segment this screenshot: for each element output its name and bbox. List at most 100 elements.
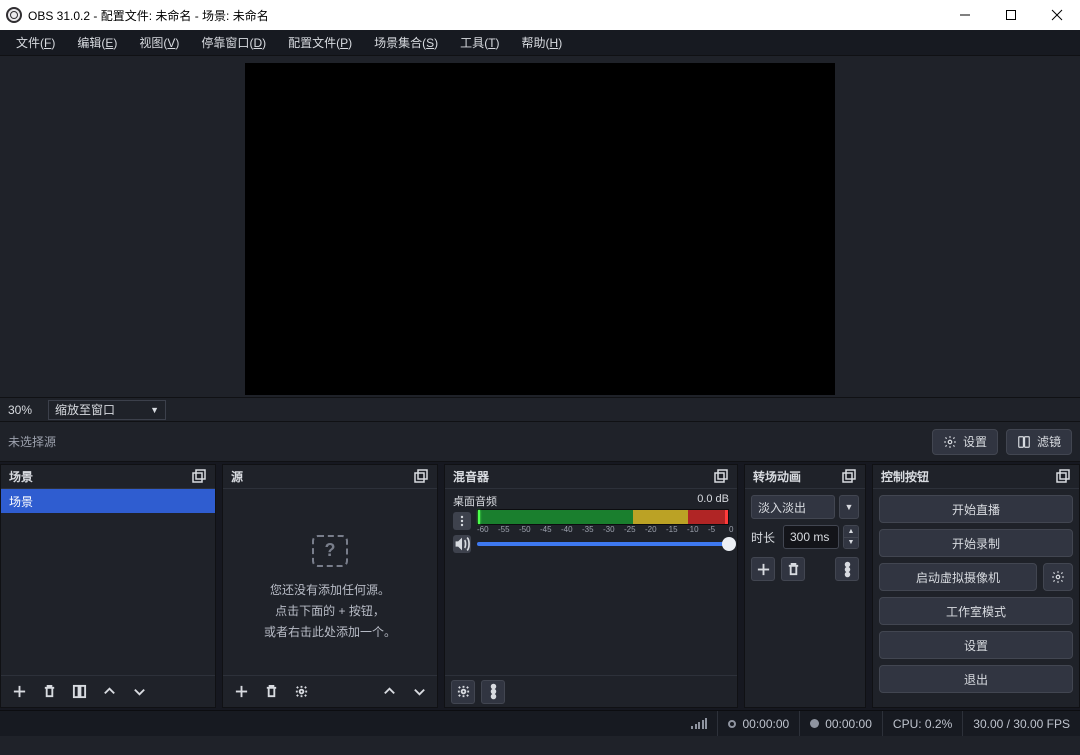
chevron-down-icon: ▼ [845, 502, 854, 512]
sources-empty-line3: 或者右击此处添加一个。 [264, 623, 396, 640]
transition-select[interactable]: 淡入淡出 [751, 495, 835, 519]
gear-icon [294, 684, 309, 699]
transition-dropdown-button[interactable]: ▼ [839, 495, 859, 519]
start-streaming-button[interactable]: 开始直播 [879, 495, 1073, 523]
menu-dock[interactable]: 停靠窗口(D) [191, 31, 276, 54]
chevron-down-icon[interactable]: ▼ [844, 538, 858, 549]
scene-move-up-button[interactable] [97, 680, 121, 704]
studio-mode-button[interactable]: 工作室模式 [879, 597, 1073, 625]
preview-area[interactable] [0, 56, 1080, 398]
virtual-camera-settings-button[interactable] [1043, 563, 1073, 591]
scene-filter-button[interactable] [67, 680, 91, 704]
menubar: 文件(F) 编辑(E) 视图(V) 停靠窗口(D) 配置文件(P) 场景集合(S… [0, 30, 1080, 56]
plus-icon [756, 562, 771, 577]
settings-button[interactable]: 设置 [879, 631, 1073, 659]
transition-duration-spinner[interactable]: ▲▼ [843, 525, 859, 549]
menu-tools[interactable]: 工具(T) [450, 31, 509, 54]
mixer-channel: 桌面音频 0.0 dB -60-55-50-45-40-35-30-25-20-… [445, 489, 737, 555]
window-close-button[interactable] [1034, 0, 1080, 30]
transition-duration-label: 时长 [751, 529, 779, 546]
sources-empty-state[interactable]: ? 您还没有添加任何源。 点击下面的 + 按钮， 或者右击此处添加一个。 [223, 489, 437, 675]
scene-remove-button[interactable] [37, 680, 61, 704]
chevron-down-icon: ▼ [150, 405, 159, 415]
gear-icon [1051, 570, 1065, 584]
transitions-title: 转场动画 [753, 468, 841, 485]
mixer-mute-button[interactable] [453, 535, 471, 553]
window-minimize-button[interactable] [942, 0, 988, 30]
source-add-button[interactable] [229, 680, 253, 704]
gear-icon [943, 435, 957, 449]
window-maximize-button[interactable] [988, 0, 1034, 30]
chevron-down-icon [412, 684, 427, 699]
status-network[interactable] [681, 711, 717, 736]
chevron-down-icon [132, 684, 147, 699]
scene-item[interactable]: 场景 [1, 489, 215, 513]
dots-vertical-icon [486, 684, 501, 699]
transition-menu-button[interactable] [835, 557, 859, 581]
mixer-dock: 混音器 桌面音频 0.0 dB [444, 464, 738, 708]
sources-empty-line2: 点击下面的 + 按钮， [275, 602, 385, 619]
source-context-toolbar: 未选择源 设置 滤镜 [0, 422, 1080, 462]
controls-dock: 控制按钮 开始直播 开始录制 启动虚拟摄像机 工作室模式 设置 退出 [872, 464, 1080, 708]
dots-vertical-icon [840, 562, 855, 577]
mixer-popout-button[interactable] [713, 469, 729, 485]
source-remove-button[interactable] [259, 680, 283, 704]
trash-icon [264, 684, 279, 699]
no-source-label: 未选择源 [8, 433, 224, 450]
preview-canvas[interactable] [245, 63, 835, 395]
mixer-channel-options-button[interactable] [453, 512, 471, 530]
start-virtual-camera-button[interactable]: 启动虚拟摄像机 [879, 563, 1037, 591]
sources-placeholder-icon: ? [312, 535, 348, 567]
source-settings-button[interactable]: 设置 [932, 429, 998, 455]
scenes-dock: 场景 场景 [0, 464, 216, 708]
source-filters-button[interactable]: 滤镜 [1006, 429, 1072, 455]
chevron-up-icon [102, 684, 117, 699]
dots-vertical-icon [456, 515, 468, 527]
transitions-popout-button[interactable] [841, 469, 857, 485]
scene-move-down-button[interactable] [127, 680, 151, 704]
sources-empty-line1: 您还没有添加任何源。 [270, 581, 390, 598]
menu-edit[interactable]: 编辑(E) [67, 31, 127, 54]
transition-duration-input[interactable]: 300 ms [783, 525, 839, 549]
source-properties-button[interactable] [289, 680, 313, 704]
speaker-icon [453, 535, 471, 553]
source-move-down-button[interactable] [407, 680, 431, 704]
mixer-settings-button[interactable] [451, 680, 475, 704]
trash-icon [42, 684, 57, 699]
menu-scene-collection[interactable]: 场景集合(S) [364, 31, 448, 54]
filters-icon [1017, 435, 1031, 449]
zoom-mode-select[interactable]: 缩放至窗口 ▼ [48, 400, 166, 420]
transition-remove-button[interactable] [781, 557, 805, 581]
start-recording-button[interactable]: 开始录制 [879, 529, 1073, 557]
scenes-popout-button[interactable] [191, 469, 207, 485]
menu-profile[interactable]: 配置文件(P) [278, 31, 362, 54]
scene-list[interactable]: 场景 [1, 489, 215, 675]
menu-view[interactable]: 视图(V) [129, 31, 189, 54]
volume-thumb[interactable] [722, 537, 736, 551]
status-cpu: CPU: 0.2% [882, 711, 962, 736]
scenes-title: 场景 [9, 468, 191, 485]
exit-button[interactable]: 退出 [879, 665, 1073, 693]
chevron-up-icon[interactable]: ▲ [844, 526, 858, 538]
source-move-up-button[interactable] [377, 680, 401, 704]
sources-dock: 源 ? 您还没有添加任何源。 点击下面的 + 按钮， 或者右击此处添加一个。 [222, 464, 438, 708]
zoom-mode-value: 缩放至窗口 [55, 401, 115, 418]
plus-icon [234, 684, 249, 699]
mixer-menu-button[interactable] [481, 680, 505, 704]
trash-icon [786, 562, 801, 577]
plus-icon [12, 684, 27, 699]
controls-popout-button[interactable] [1055, 469, 1071, 485]
status-bar: 00:00:00 00:00:00 CPU: 0.2% 30.00 / 30.0… [0, 710, 1080, 736]
menu-help[interactable]: 帮助(H) [512, 31, 573, 54]
status-fps: 30.00 / 30.00 FPS [962, 711, 1080, 736]
zoom-bar: 30% 缩放至窗口 ▼ [0, 398, 1080, 422]
menu-file[interactable]: 文件(F) [6, 31, 65, 54]
sources-title: 源 [231, 468, 413, 485]
scene-add-button[interactable] [7, 680, 31, 704]
volume-slider[interactable] [477, 542, 729, 546]
sources-popout-button[interactable] [413, 469, 429, 485]
status-record-time: 00:00:00 [799, 711, 882, 736]
transition-add-button[interactable] [751, 557, 775, 581]
mixer-channel-name: 桌面音频 [453, 493, 497, 509]
vu-meter [477, 509, 729, 525]
